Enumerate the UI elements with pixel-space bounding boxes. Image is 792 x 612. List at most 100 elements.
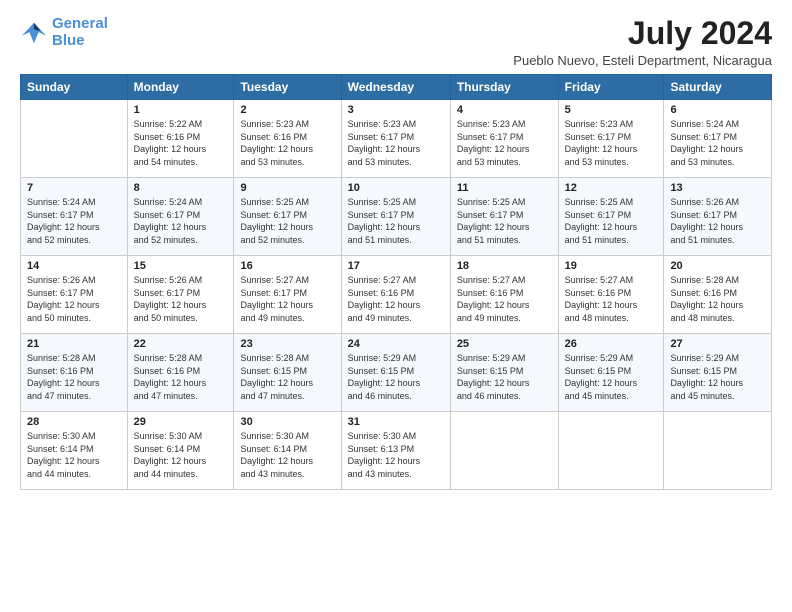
day-number: 29 [134,416,228,428]
day-detail: Sunrise: 5:29 AM Sunset: 6:15 PM Dayligh… [457,352,552,402]
day-detail: Sunrise: 5:25 AM Sunset: 6:17 PM Dayligh… [565,196,658,246]
day-number: 26 [565,338,658,350]
day-number: 17 [348,260,444,272]
day-detail: Sunrise: 5:27 AM Sunset: 6:16 PM Dayligh… [348,274,444,324]
day-number: 15 [134,260,228,272]
calendar-cell: 24Sunrise: 5:29 AM Sunset: 6:15 PM Dayli… [341,334,450,412]
day-detail: Sunrise: 5:30 AM Sunset: 6:14 PM Dayligh… [240,430,334,480]
calendar-cell: 10 Sunrise: 5:25 AM Sunset: 6:17 PM Dayli… [341,178,450,256]
logo-line2: Blue [52,32,85,49]
calendar-cell: 21 Sunrise: 5:28 AM Sunset: 6:16 PM Dayli… [21,334,128,412]
calendar-cell: 27 Sunrise: 5:29 AM Sunset: 6:15 PM Dayli… [664,334,772,412]
calendar-cell: 30 Sunrise: 5:30 AM Sunset: 6:14 PM Dayli… [234,412,341,490]
day-detail: Sunrise: 5:25 AM Sunset: 6:17 PM Dayligh… [348,196,444,246]
day-number: 27 [670,338,765,350]
calendar-cell: 2Sunrise: 5:23 AM Sunset: 6:16 PM Daylig… [234,100,341,178]
day-detail: Sunrise: 5:29 AM Sunset: 6:15 PM Dayligh… [670,352,765,402]
calendar-cell: 8Sunrise: 5:24 AM Sunset: 6:17 PM Daylig… [127,178,234,256]
day-number: 5 [565,104,658,116]
logo: General Blue [20,16,108,49]
day-detail: Sunrise: 5:28 AM Sunset: 6:16 PM Dayligh… [670,274,765,324]
day-number: 31 [348,416,444,428]
logo-line1: General [52,15,108,32]
logo-icon [20,19,48,47]
day-number: 2 [240,104,334,116]
calendar-cell: 4 Sunrise: 5:23 AM Sunset: 6:17 PM Daylig… [450,100,558,178]
day-detail: Sunrise: 5:29 AM Sunset: 6:15 PM Dayligh… [565,352,658,402]
day-detail: Sunrise: 5:24 AM Sunset: 6:17 PM Dayligh… [27,196,121,246]
day-number: 19 [565,260,658,272]
day-number: 22 [134,338,228,350]
calendar-cell: 17 Sunrise: 5:27 AM Sunset: 6:16 PM Dayli… [341,256,450,334]
calendar: SundayMondayTuesdayWednesdayThursdayFrid… [20,74,772,490]
calendar-cell [664,412,772,490]
title-block: July 2024 Pueblo Nuevo, Esteli Departmen… [513,16,772,68]
day-number: 18 [457,260,552,272]
weekday-header-row: SundayMondayTuesdayWednesdayThursdayFrid… [21,75,772,100]
day-detail: Sunrise: 5:30 AM Sunset: 6:13 PM Dayligh… [348,430,444,480]
weekday-header: Friday [558,75,664,100]
calendar-cell [21,100,128,178]
day-number: 8 [134,182,228,194]
day-number: 23 [240,338,334,350]
calendar-cell: 11 Sunrise: 5:25 AM Sunset: 6:17 PM Dayli… [450,178,558,256]
calendar-cell [450,412,558,490]
day-detail: Sunrise: 5:28 AM Sunset: 6:16 PM Dayligh… [134,352,228,402]
day-number: 25 [457,338,552,350]
calendar-cell: 5 Sunrise: 5:23 AM Sunset: 6:17 PM Daylig… [558,100,664,178]
day-number: 28 [27,416,121,428]
day-number: 13 [670,182,765,194]
day-number: 4 [457,104,552,116]
header: General Blue July 2024 Pueblo Nuevo, Est… [20,16,772,68]
day-detail: Sunrise: 5:28 AM Sunset: 6:15 PM Dayligh… [240,352,334,402]
day-number: 6 [670,104,765,116]
day-detail: Sunrise: 5:23 AM Sunset: 6:17 PM Dayligh… [348,118,444,168]
day-detail: Sunrise: 5:22 AM Sunset: 6:16 PM Dayligh… [134,118,228,168]
day-number: 10 [348,182,444,194]
day-number: 30 [240,416,334,428]
calendar-cell: 1 Sunrise: 5:22 AM Sunset: 6:16 PM Daylig… [127,100,234,178]
calendar-cell [558,412,664,490]
location: Pueblo Nuevo, Esteli Department, Nicarag… [513,53,772,68]
calendar-cell: 22 Sunrise: 5:28 AM Sunset: 6:16 PM Dayli… [127,334,234,412]
page: General Blue July 2024 Pueblo Nuevo, Est… [0,0,792,612]
day-detail: Sunrise: 5:23 AM Sunset: 6:17 PM Dayligh… [457,118,552,168]
day-number: 20 [670,260,765,272]
calendar-cell: 25 Sunrise: 5:29 AM Sunset: 6:15 PM Dayli… [450,334,558,412]
day-detail: Sunrise: 5:26 AM Sunset: 6:17 PM Dayligh… [27,274,121,324]
weekday-header: Tuesday [234,75,341,100]
day-number: 16 [240,260,334,272]
calendar-cell: 29 Sunrise: 5:30 AM Sunset: 6:14 PM Dayli… [127,412,234,490]
calendar-cell: 9Sunrise: 5:25 AM Sunset: 6:17 PM Daylig… [234,178,341,256]
weekday-header: Wednesday [341,75,450,100]
day-number: 14 [27,260,121,272]
day-detail: Sunrise: 5:30 AM Sunset: 6:14 PM Dayligh… [134,430,228,480]
day-number: 24 [348,338,444,350]
calendar-week-row: 14 Sunrise: 5:26 AM Sunset: 6:17 PM Dayli… [21,256,772,334]
day-number: 9 [240,182,334,194]
calendar-cell: 28 Sunrise: 5:30 AM Sunset: 6:14 PM Dayli… [21,412,128,490]
day-detail: Sunrise: 5:27 AM Sunset: 6:17 PM Dayligh… [240,274,334,324]
day-number: 3 [348,104,444,116]
day-detail: Sunrise: 5:26 AM Sunset: 6:17 PM Dayligh… [670,196,765,246]
day-detail: Sunrise: 5:25 AM Sunset: 6:17 PM Dayligh… [457,196,552,246]
day-detail: Sunrise: 5:24 AM Sunset: 6:17 PM Dayligh… [670,118,765,168]
calendar-cell: 12 Sunrise: 5:25 AM Sunset: 6:17 PM Dayli… [558,178,664,256]
calendar-week-row: 1 Sunrise: 5:22 AM Sunset: 6:16 PM Daylig… [21,100,772,178]
day-detail: Sunrise: 5:27 AM Sunset: 6:16 PM Dayligh… [565,274,658,324]
calendar-cell: 31 Sunrise: 5:30 AM Sunset: 6:13 PM Dayli… [341,412,450,490]
calendar-cell: 7 Sunrise: 5:24 AM Sunset: 6:17 PM Daylig… [21,178,128,256]
day-detail: Sunrise: 5:27 AM Sunset: 6:16 PM Dayligh… [457,274,552,324]
day-number: 1 [134,104,228,116]
day-detail: Sunrise: 5:23 AM Sunset: 6:17 PM Dayligh… [565,118,658,168]
calendar-week-row: 28 Sunrise: 5:30 AM Sunset: 6:14 PM Dayli… [21,412,772,490]
day-number: 11 [457,182,552,194]
day-number: 7 [27,182,121,194]
calendar-cell: 20 Sunrise: 5:28 AM Sunset: 6:16 PM Dayli… [664,256,772,334]
logo-text: General Blue [52,16,108,49]
day-number: 12 [565,182,658,194]
day-detail: Sunrise: 5:30 AM Sunset: 6:14 PM Dayligh… [27,430,121,480]
day-detail: Sunrise: 5:28 AM Sunset: 6:16 PM Dayligh… [27,352,121,402]
day-number: 21 [27,338,121,350]
weekday-header: Sunday [21,75,128,100]
